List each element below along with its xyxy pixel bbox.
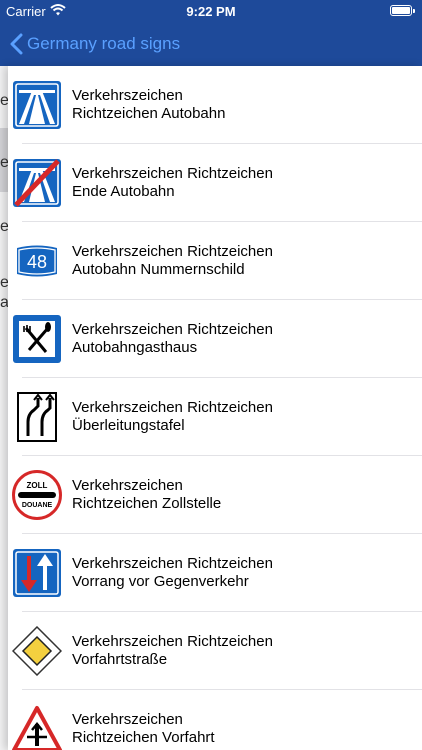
customs-top-text: ZOLL	[27, 481, 48, 490]
list-item-title: Verkehrszeichen Richtzeichen Ende Autoba…	[72, 165, 273, 200]
list-item-transition-board[interactable]: Verkehrszeichen Richtzeichen Überleitung…	[8, 378, 422, 456]
list-item-title: Verkehrszeichen Richtzeichen Zollstelle	[72, 477, 222, 512]
battery-icon	[390, 5, 415, 16]
transition-board-sign-icon	[12, 392, 62, 442]
back-button[interactable]: Germany road signs	[10, 32, 180, 56]
navigation-bar: Germany road signs	[0, 22, 422, 66]
right-of-way-sign-icon	[12, 704, 62, 750]
list-item-priority-road[interactable]: Verkehrszeichen Richtzeichen Vorfahrtstr…	[8, 612, 422, 690]
list-item-title: Verkehrszeichen Richtzeichen Vorfahrt	[72, 711, 215, 746]
list-item-end-autobahn[interactable]: Verkehrszeichen Richtzeichen Ende Autoba…	[8, 144, 422, 222]
list-item-autobahn[interactable]: Verkehrszeichen Richtzeichen Autobahn	[8, 66, 422, 144]
customs-bottom-text: DOUANE	[22, 502, 53, 509]
back-button-label: Germany road signs	[27, 34, 181, 53]
priority-road-sign-icon	[11, 625, 63, 677]
list-item-right-of-way[interactable]: Verkehrszeichen Richtzeichen Vorfahrt	[8, 690, 422, 750]
list-item-title: Verkehrszeichen Richtzeichen Autobahn Nu…	[72, 243, 273, 278]
chevron-left-icon	[10, 33, 23, 55]
list-item-autobahn-restaurant[interactable]: Verkehrszeichen Richtzeichen Autobahngas…	[8, 300, 422, 378]
autobahn-number-sign-icon: 48	[12, 236, 62, 286]
list-item-title: Verkehrszeichen Richtzeichen Autobahngas…	[72, 321, 273, 356]
autobahn-sign-icon	[12, 80, 62, 130]
autobahn-restaurant-sign-icon	[12, 314, 62, 364]
end-autobahn-sign-icon	[12, 158, 62, 208]
customs-sign-icon: ZOLL DOUANE	[12, 470, 62, 520]
clock-label: 9:22 PM	[186, 4, 236, 19]
list-item-priority-oncoming[interactable]: Verkehrszeichen Richtzeichen Vorrang vor…	[8, 534, 422, 612]
list-item-title: Verkehrszeichen Richtzeichen Autobahn	[72, 87, 226, 122]
priority-over-oncoming-sign-icon	[12, 548, 62, 598]
list-item-autobahn-number[interactable]: 48 Verkehrszeichen Richtzeichen Autobahn…	[8, 222, 422, 300]
list-item-title: Verkehrszeichen Richtzeichen Vorrang vor…	[72, 555, 273, 590]
status-bar: Carrier 9:22 PM	[0, 0, 422, 22]
list-item-title: Verkehrszeichen Richtzeichen Vorfahrtstr…	[72, 633, 273, 668]
list-item-title: Verkehrszeichen Richtzeichen Überleitung…	[72, 399, 273, 434]
autobahn-number-text: 48	[27, 252, 47, 272]
list-item-customs[interactable]: ZOLL DOUANE Verkehrszeichen Richtzeichen…	[8, 456, 422, 534]
sign-list[interactable]: Verkehrszeichen Richtzeichen Autobahn Ve…	[8, 66, 422, 750]
